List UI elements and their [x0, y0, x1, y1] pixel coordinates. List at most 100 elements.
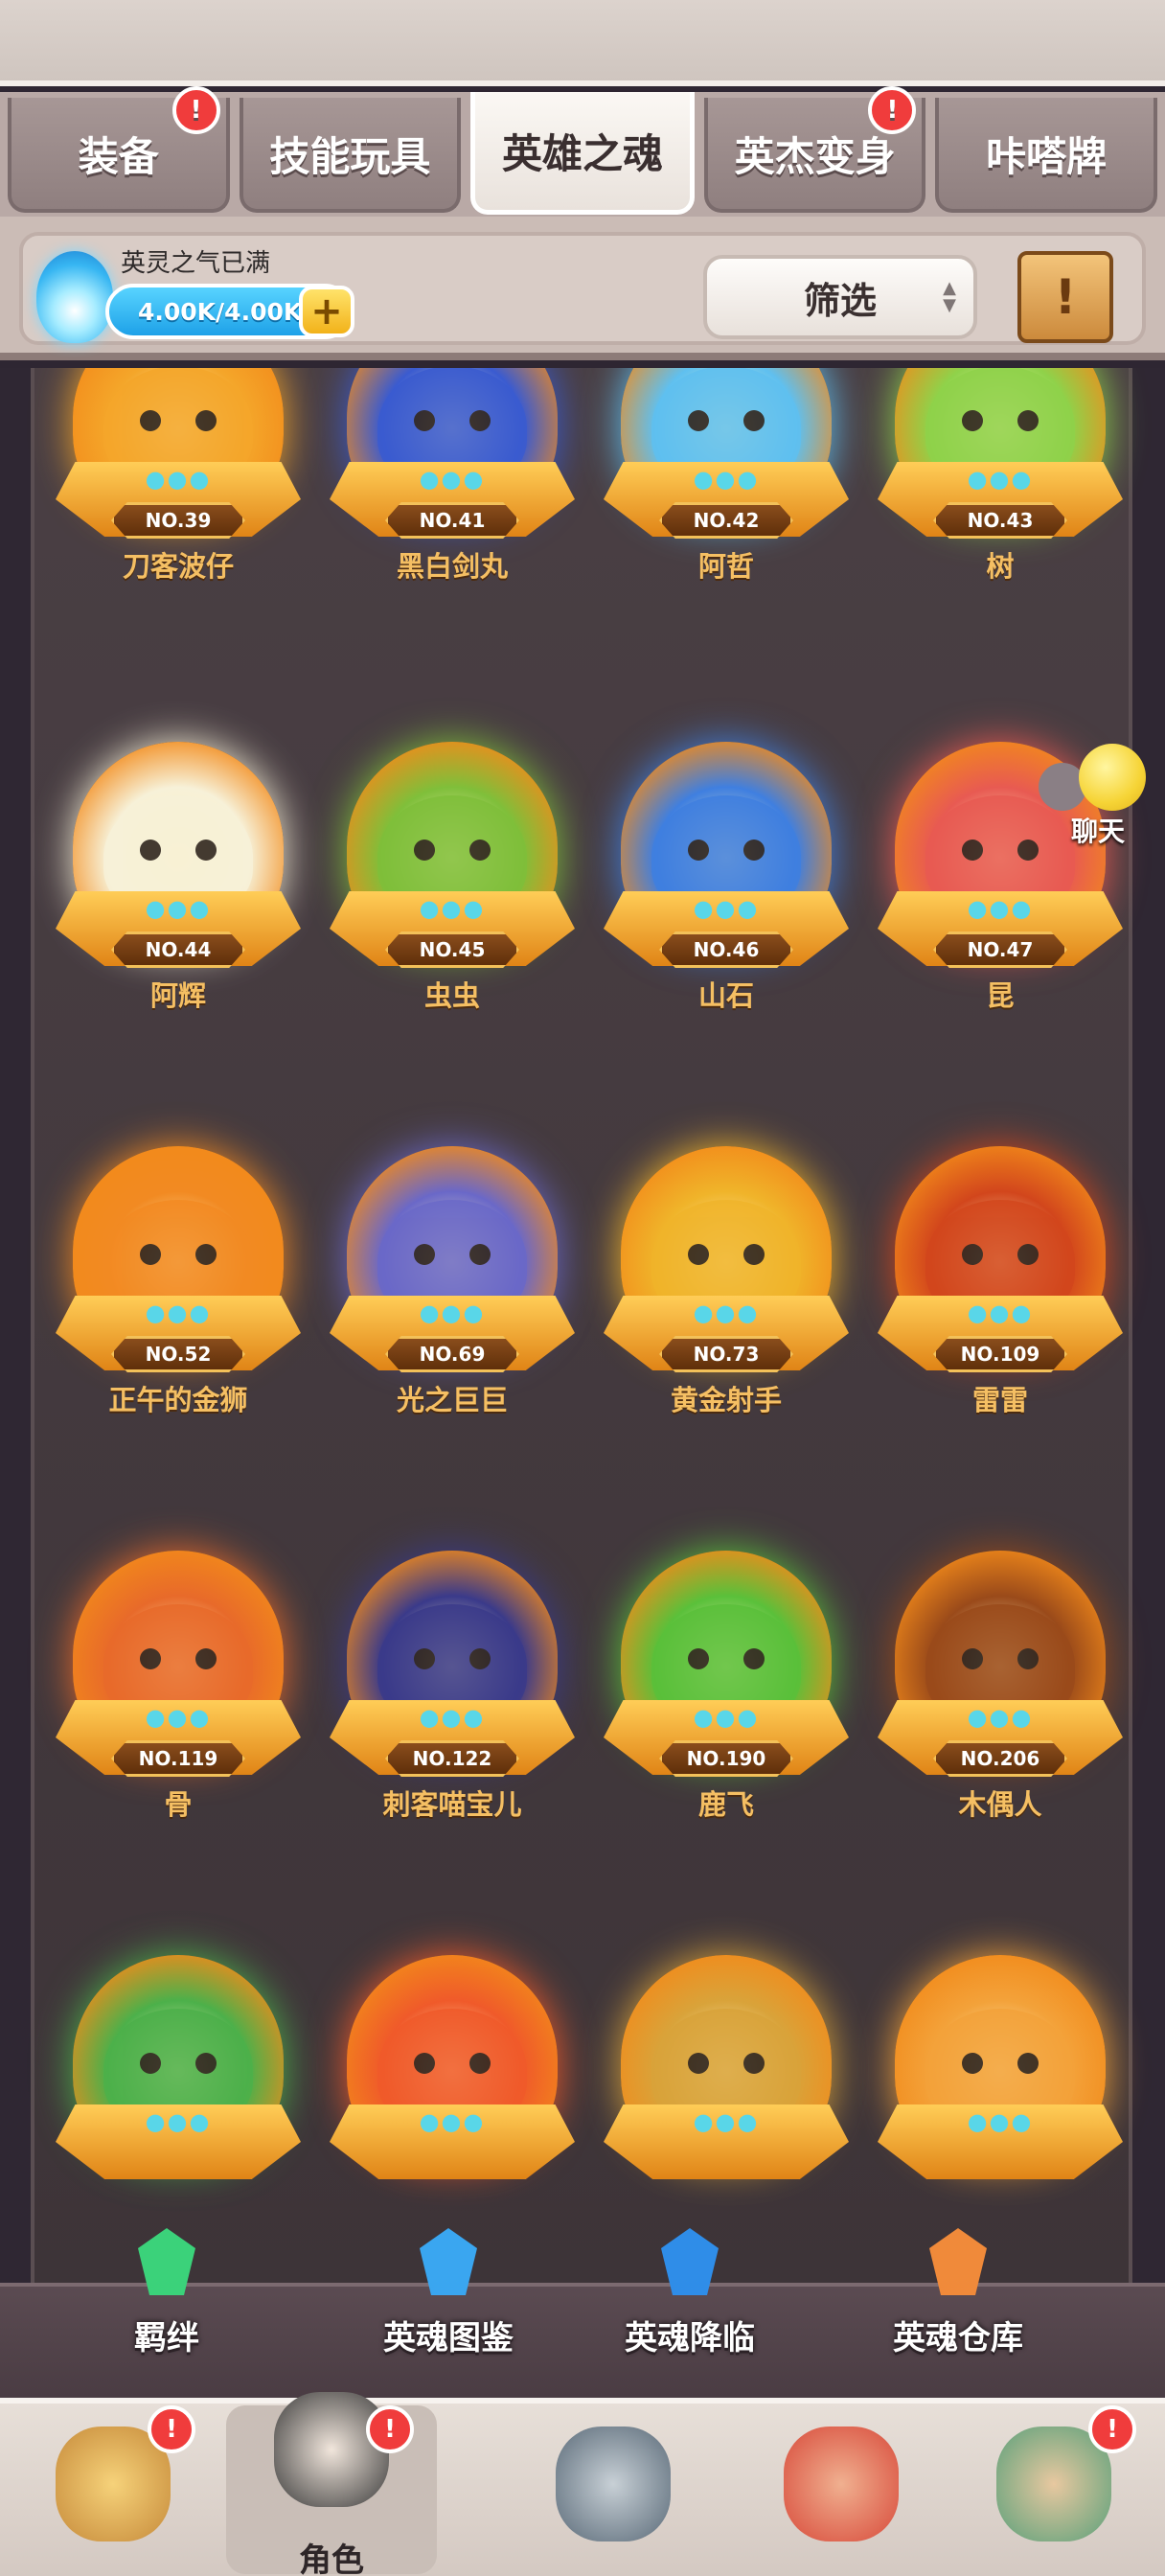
hero-grid-area[interactable]: ●●● NO.39 刀客波仔 ●●● NO.41 黑白剑丸 ●●● NO.42 阿哲 ●●● NO.… — [0, 368, 1165, 2288]
hero-number-badge: NO.190 — [659, 1740, 793, 1777]
hero-name: 光之巨巨 — [396, 1384, 508, 1416]
add-resource-button[interactable]: + — [299, 286, 354, 337]
hero-card[interactable]: ●●● NO.122 刺客喵宝儿 — [318, 1551, 586, 1953]
nav-label: 角色 — [299, 2542, 364, 2576]
alert-bell-icon: ! — [148, 2405, 195, 2453]
hero-card[interactable]: ●●● NO.42 阿哲 — [592, 368, 860, 715]
hero-eye — [743, 1648, 765, 1669]
alert-bell-icon: ! — [868, 86, 917, 134]
hero-stars: ●●● — [967, 895, 1034, 922]
hero-eye — [469, 2053, 491, 2074]
hero-card[interactable]: ●●● NO.44 阿辉 — [44, 742, 312, 1144]
hero-eye — [195, 410, 217, 431]
filter-label: 筛选 — [803, 279, 877, 322]
hero-number-badge: NO.45 — [385, 932, 519, 968]
action-label: 英魂仓库 — [893, 2319, 1023, 2358]
hero-number-badge: NO.69 — [385, 1336, 519, 1372]
tab-equipment[interactable]: 装备 ! — [8, 86, 230, 213]
hero-name: 虫虫 — [423, 979, 480, 1012]
nav-pet[interactable] — [736, 2405, 947, 2574]
nav-role[interactable]: ! 角色 — [226, 2392, 437, 2576]
soul-summon-button[interactable]: 英魂降临 — [584, 2204, 795, 2377]
tab-label: 技能玩具 — [269, 132, 431, 180]
tab-label: 英雄之魂 — [501, 130, 663, 177]
tab-click-cards[interactable]: 咔嗒牌 — [935, 98, 1157, 213]
category-tabs: 装备 ! 技能玩具 英雄之魂 英杰变身 ! 咔嗒牌 — [0, 86, 1165, 217]
hero-card[interactable]: ●●● NO.52 正午的金狮 — [44, 1146, 312, 1549]
resource-status-text: 英灵之气已满 — [121, 249, 271, 278]
hero-number-badge: NO.206 — [933, 1740, 1067, 1777]
plus-icon: + — [310, 289, 343, 334]
hero-name: 刀客波仔 — [122, 550, 234, 583]
role-avatar-icon — [274, 2392, 389, 2507]
hero-eye — [1017, 410, 1039, 431]
nav-guild[interactable]: ! — [948, 2405, 1159, 2574]
hero-name: 阿辉 — [149, 979, 206, 1012]
hero-stars: ●●● — [967, 1300, 1034, 1326]
hero-eye — [688, 840, 709, 861]
hero-eye — [195, 2053, 217, 2074]
hero-eye — [414, 1244, 435, 1265]
nav-battle[interactable] — [508, 2405, 719, 2574]
hero-card[interactable]: ●●● NO.190 鹿飞 — [592, 1551, 860, 1953]
tab-label: 装备 — [78, 132, 159, 180]
hero-card[interactable]: ●●● NO.43 树 — [866, 368, 1134, 715]
resource-value: 4.00K/4.00K — [138, 297, 303, 326]
filter-button[interactable]: 筛选 ▲ ▼ — [703, 255, 977, 339]
hero-card[interactable]: ●●● NO.109 雷雷 — [866, 1146, 1134, 1549]
hero-number-badge: NO.42 — [659, 502, 793, 539]
soul-codex-button[interactable]: 英魂图鉴 — [343, 2204, 554, 2377]
sword-shield-icon — [556, 2426, 671, 2542]
hero-eye — [195, 1648, 217, 1669]
hero-eye — [1017, 1244, 1039, 1265]
hero-stars: ●●● — [693, 1300, 760, 1326]
hero-number-badge: NO.44 — [111, 932, 245, 968]
hero-eye — [140, 840, 161, 861]
hero-stars: ●●● — [693, 1704, 760, 1731]
hero-stars: ●●● — [967, 2108, 1034, 2135]
hero-eye — [743, 2053, 765, 2074]
hero-stars: ●●● — [419, 1704, 486, 1731]
hero-name: 正午的金狮 — [108, 1384, 248, 1416]
hero-eye — [1017, 1648, 1039, 1669]
hero-eye — [469, 1244, 491, 1265]
scroll-exclamation-icon[interactable]: ! — [1017, 251, 1113, 343]
hero-stars: ●●● — [419, 895, 486, 922]
bond-button[interactable]: 羁绊 — [61, 2204, 272, 2377]
hero-card[interactable]: ●●● NO.73 黄金射手 — [592, 1146, 860, 1549]
hero-stars: ●●● — [693, 2108, 760, 2135]
hero-stars: ●●● — [967, 1704, 1034, 1731]
alert-bell-icon: ! — [1088, 2405, 1136, 2453]
hero-eye — [414, 410, 435, 431]
hero-number-badge: NO.109 — [933, 1336, 1067, 1372]
hero-card[interactable]: ●●● NO.119 骨 — [44, 1551, 312, 1953]
tab-transformation[interactable]: 英杰变身 ! — [703, 86, 926, 213]
hero-name: 鹿飞 — [697, 1788, 754, 1821]
chat-button[interactable]: 聊天 — [1031, 744, 1155, 849]
tab-label: 英杰变身 — [734, 132, 896, 180]
hero-card[interactable]: ●●● NO.69 光之巨巨 — [318, 1146, 586, 1549]
hero-card[interactable]: ●●● NO.41 黑白剑丸 — [318, 368, 586, 715]
hero-eye — [743, 1244, 765, 1265]
soul-storage-button[interactable]: 英魂仓库 — [853, 2204, 1063, 2377]
hero-card[interactable]: ●●● NO.45 虫虫 — [318, 742, 586, 1144]
hero-number-badge: NO.73 — [659, 1336, 793, 1372]
tab-hero-souls[interactable]: 英雄之魂 — [470, 92, 695, 215]
hero-stars: ●●● — [419, 1300, 486, 1326]
hero-number-badge: NO.119 — [111, 1740, 245, 1777]
nav-hero[interactable]: ! — [8, 2405, 218, 2574]
hero-eye — [195, 1244, 217, 1265]
hero-eye — [469, 410, 491, 431]
hero-eye — [140, 1244, 161, 1265]
alert-bell-icon: ! — [366, 2405, 414, 2453]
hero-card[interactable]: ●●● NO.39 刀客波仔 — [44, 368, 312, 715]
hero-card[interactable]: ●●● NO.46 山石 — [592, 742, 860, 1144]
hero-card[interactable]: ●●● NO.206 木偶人 — [866, 1551, 1134, 1953]
crystal-gem — [929, 2228, 987, 2295]
hero-eye — [688, 1244, 709, 1265]
blue-flame-icon — [36, 251, 113, 343]
hero-stars: ●●● — [693, 466, 760, 493]
blue-crystal-book-icon — [391, 2204, 506, 2319]
hero-eye — [414, 2053, 435, 2074]
tab-skill-toys[interactable]: 技能玩具 — [239, 98, 462, 213]
